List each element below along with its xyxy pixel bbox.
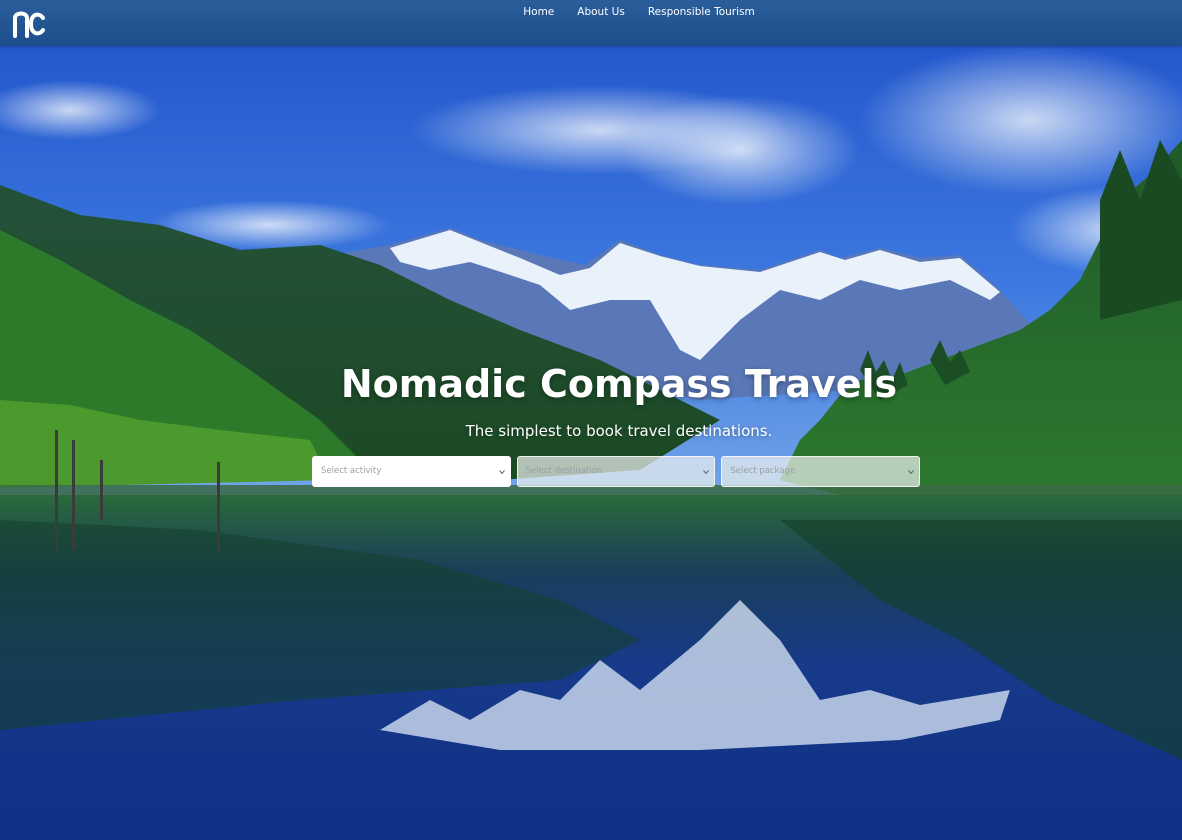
tree-trunk [100, 460, 103, 520]
hero-title: Nomadic Compass Travels [340, 362, 898, 406]
tree-trunk [217, 462, 220, 552]
nav-responsible-tourism[interactable]: Responsible Tourism [648, 6, 755, 18]
package-select[interactable]: Select package [721, 456, 921, 487]
cloud [620, 95, 860, 205]
top-navbar: Home About Us Responsible Tourism [0, 0, 1182, 46]
chevron-down-icon [498, 470, 505, 475]
destination-select-placeholder: Select destination [525, 466, 603, 476]
tree-trunk [55, 430, 58, 550]
nav-home[interactable]: Home [523, 6, 554, 18]
activity-select[interactable]: Select activity [312, 456, 511, 487]
hero-title-wrap: Nomadic Compass Travels [0, 362, 1182, 406]
main-nav: Home About Us Responsible Tourism [0, 0, 1182, 24]
destination-select[interactable]: Select destination [516, 456, 716, 487]
chevron-down-icon [908, 470, 914, 475]
search-selects: Select activity Select destination Selec… [312, 456, 921, 488]
chevron-down-icon [703, 470, 710, 475]
tree-trunk [72, 440, 75, 550]
mountain-lake-scene [0, 0, 1182, 840]
hero-subtitle: The simplest to book travel destinations… [465, 422, 773, 440]
hero-background [0, 0, 1182, 840]
package-select-placeholder: Select package [730, 466, 796, 476]
activity-select-placeholder: Select activity [321, 466, 382, 476]
nav-about-us[interactable]: About Us [577, 6, 625, 18]
